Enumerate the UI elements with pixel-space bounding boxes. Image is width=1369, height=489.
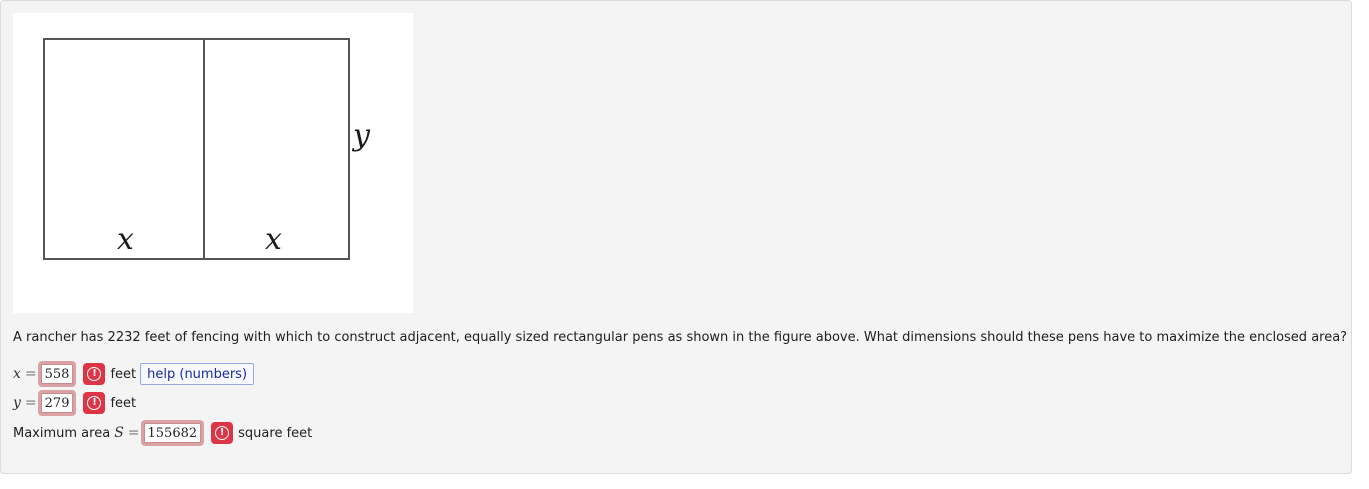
var-s: S: [114, 425, 124, 441]
figure-label-x-left: x: [117, 222, 134, 257]
answer-input-x[interactable]: 558: [37, 361, 77, 387]
var-x: x: [13, 366, 21, 382]
answer-row-x: x = 558 ! feet help (numbers): [13, 361, 255, 387]
equals-sign: =: [24, 366, 37, 382]
pens-diagram: [43, 38, 350, 260]
equals-sign: =: [24, 395, 37, 411]
area-label: Maximum area: [13, 425, 111, 441]
pens-figure: x x y: [13, 13, 413, 313]
exclamation-circle-icon: !: [215, 426, 230, 440]
outer-fence: [43, 38, 350, 260]
error-button-x[interactable]: !: [83, 363, 106, 385]
unit-x: feet: [110, 366, 137, 382]
unit-y: feet: [110, 395, 137, 411]
question-panel: x x y A rancher has 2232 feet of fencing…: [0, 0, 1352, 474]
error-button-area[interactable]: !: [211, 422, 234, 444]
figure-label-y: y: [353, 118, 370, 153]
unit-area: square feet: [238, 425, 313, 441]
answer-row-y: y = 279 ! feet: [13, 390, 136, 416]
exclamation-circle-icon: !: [87, 396, 102, 410]
question-text: A rancher has 2232 feet of fencing with …: [13, 330, 1348, 345]
figure-label-x-right: x: [265, 222, 282, 257]
exclamation-circle-icon: !: [87, 367, 102, 381]
answer-input-area[interactable]: 155682: [140, 420, 205, 446]
error-button-y[interactable]: !: [83, 392, 106, 414]
answer-row-area: Maximum area S = 155682 ! square feet: [13, 420, 312, 446]
answer-input-y[interactable]: 279: [37, 390, 77, 416]
help-numbers-button[interactable]: help (numbers): [140, 363, 255, 385]
var-y: y: [13, 395, 21, 411]
equals-sign: =: [127, 425, 140, 441]
